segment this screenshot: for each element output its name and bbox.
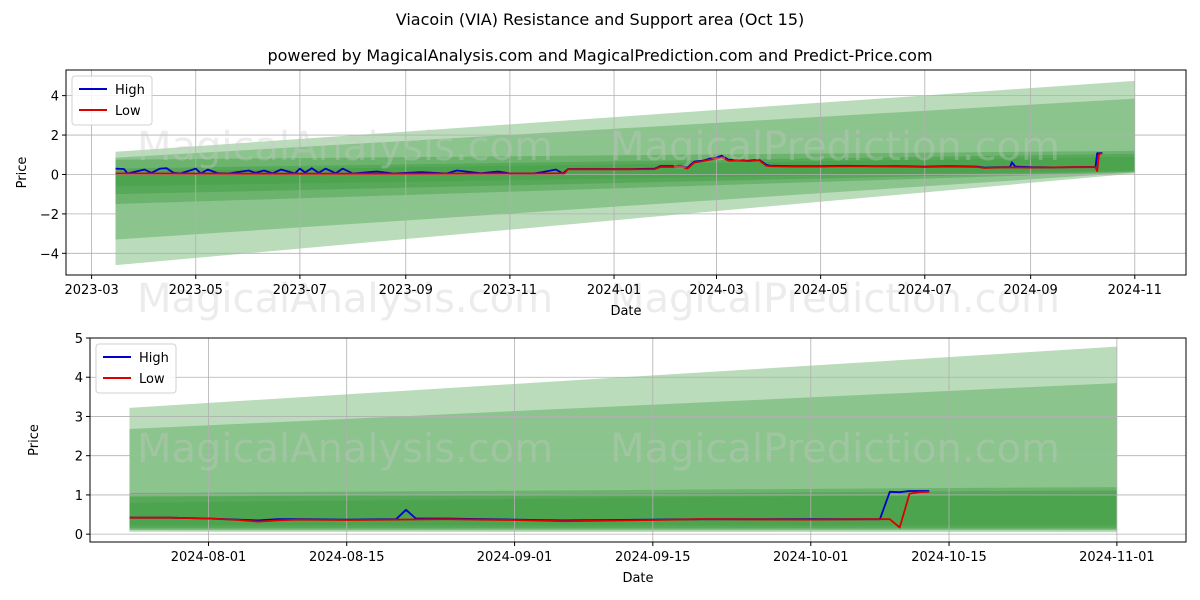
- legend-label-low: Low: [115, 104, 141, 119]
- x-tick-label: 2024-07: [898, 283, 952, 298]
- x-axis-label: Date: [610, 304, 641, 319]
- y-tick-label: −2: [40, 208, 59, 223]
- watermark-text: MagicalPrediction.com: [610, 124, 1060, 170]
- y-tick-label: 4: [75, 371, 83, 386]
- y-tick-label: 0: [51, 168, 59, 183]
- legend: High Low: [95, 343, 177, 394]
- x-tick-label: 2024-11-01: [1079, 550, 1155, 565]
- x-tick-label: 2024-08-01: [171, 550, 247, 565]
- y-axis-label: Price: [27, 424, 42, 456]
- y-tick-label: −4: [40, 247, 59, 262]
- y-axis-label: Price: [15, 157, 30, 189]
- x-tick-label: 2024-09-15: [615, 550, 691, 565]
- x-tick-label: 2023-03: [64, 283, 118, 298]
- watermark-text: MagicalAnalysis.com: [137, 124, 553, 170]
- x-tick-label: 2023-09: [379, 283, 433, 298]
- y-tick-label: 0: [75, 528, 83, 543]
- x-tick-label: 2023-05: [169, 283, 223, 298]
- y-tick-label: 2: [75, 450, 83, 465]
- watermark-text: MagicalAnalysis.com: [137, 426, 553, 472]
- legend-label-high: High: [139, 351, 169, 366]
- x-axis-label: Date: [622, 571, 653, 586]
- legend-label-low: Low: [139, 372, 165, 387]
- x-tick-label: 2024-09-01: [477, 550, 553, 565]
- chart-panel-recent-zoom: MagicalAnalysis.com MagicalPrediction.com…: [27, 332, 1187, 586]
- x-tick-label: 2023-11: [483, 283, 537, 298]
- chart-panel-full-history: MagicalAnalysis.com MagicalPrediction.com…: [15, 69, 1187, 322]
- chart-canvas: MagicalAnalysis.com MagicalPrediction.com…: [15, 69, 1187, 586]
- x-tick-label: 2024-05: [793, 283, 847, 298]
- y-tick-label: 5: [75, 332, 83, 347]
- y-tick-label: 1: [75, 489, 83, 504]
- x-tick-label: 2024-09: [1003, 283, 1057, 298]
- x-tick-label: 2024-10-15: [911, 550, 987, 565]
- y-tick-label: 3: [75, 410, 83, 425]
- y-tick-label: 4: [51, 90, 59, 105]
- x-tick-label: 2024-10-01: [773, 550, 849, 565]
- x-tick-label: 2023-07: [273, 283, 327, 298]
- x-tick-label: 2024-08-15: [309, 550, 385, 565]
- y-tick-label: 2: [51, 129, 59, 144]
- x-tick-label: 2024-03: [689, 283, 743, 298]
- legend-label-high: High: [115, 83, 145, 98]
- x-tick-label: 2024-11: [1108, 283, 1162, 298]
- x-tick-label: 2024-01: [587, 283, 641, 298]
- watermark-text: MagicalPrediction.com: [610, 426, 1060, 472]
- legend: High Low: [71, 75, 153, 126]
- plot-area: [66, 70, 1186, 275]
